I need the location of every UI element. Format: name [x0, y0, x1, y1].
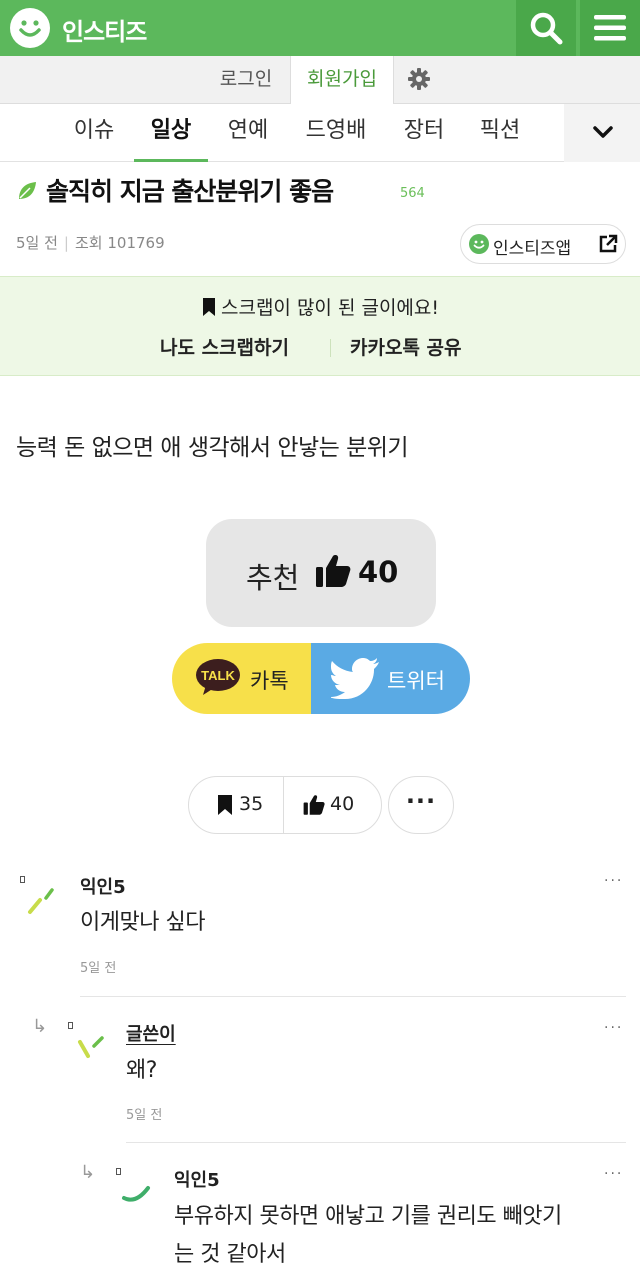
kakao-share-action[interactable]: 카카오톡 공유: [350, 333, 462, 360]
chevron-down-icon: [593, 126, 613, 138]
twitter-bird-icon: [331, 658, 379, 699]
comment-author-op[interactable]: 글쓴이: [126, 1020, 176, 1046]
login-button[interactable]: 로그인: [204, 56, 288, 104]
like-count: 40: [330, 793, 355, 815]
tab-market[interactable]: 장터: [392, 104, 456, 162]
kakao-share-button[interactable]: TALK 카톡: [172, 643, 311, 714]
thumbs-up-icon: [316, 555, 351, 587]
reply-arrow-icon: ↳: [80, 1162, 96, 1183]
comment-avatar-icon: [78, 1036, 104, 1058]
comment-more-button[interactable]: ···: [604, 1020, 623, 1036]
recommend-button[interactable]: 추천 40: [206, 519, 436, 627]
category-more-button[interactable]: [564, 104, 640, 162]
comment-flag-icon: [116, 1168, 121, 1175]
tab-issue[interactable]: 이슈: [62, 104, 126, 162]
signup-button[interactable]: 회원가입: [290, 56, 394, 104]
menu-icon: [594, 15, 626, 41]
comment-text: 부유하지 못하면 애낳고 기를 권리도 빼앗기: [174, 1204, 562, 1229]
comment-divider: [80, 996, 626, 997]
bookmark-icon: [202, 298, 215, 316]
comment-author[interactable]: 익인5: [80, 873, 126, 899]
comment-text: 이게맞나 싶다: [80, 910, 205, 935]
comment-text-line2: 는 것 같아서: [174, 1242, 286, 1267]
external-link-icon: [599, 234, 618, 253]
thumbs-up-icon: [303, 795, 325, 815]
more-dots: ···: [405, 787, 437, 815]
reply-arrow-icon: ↳: [32, 1016, 48, 1037]
scrap-count-button[interactable]: 35: [189, 777, 283, 833]
twitter-share-button[interactable]: 트위터: [311, 643, 470, 714]
brand-name[interactable]: 인스티즈: [62, 12, 147, 47]
menu-button[interactable]: [580, 0, 640, 56]
comment-flag-icon: [20, 876, 25, 883]
search-icon: [530, 12, 563, 45]
comment-avatar-icon: [28, 888, 54, 914]
kakao-label: 카톡: [250, 669, 289, 693]
comment-time: 5일 전: [126, 1108, 163, 1123]
post-title: 솔직히 지금 출산분위기 좋음: [46, 177, 334, 206]
like-count-button[interactable]: 40: [283, 777, 381, 833]
scrap-banner: 스크랩이 많이 된 글이에요! 나도 스크랩하기 카카오톡 공유: [0, 276, 640, 376]
auth-bar: 로그인 회원가입: [0, 56, 640, 104]
bookmark-icon: [218, 795, 232, 815]
more-options-button[interactable]: ···: [388, 776, 454, 834]
comment-time: 5일 전: [80, 961, 117, 976]
twitter-label: 트위터: [387, 669, 445, 693]
leaf-icon: [19, 182, 36, 199]
smile-logo-icon[interactable]: [10, 8, 50, 48]
post-body: 능력 돈 없으면 애 생각해서 안낳는 분위기: [16, 435, 409, 461]
tab-fiction[interactable]: 픽션: [468, 104, 532, 162]
category-nav: 이슈 일상 연예 드영배 장터 픽션: [0, 104, 640, 162]
scrap-message: 스크랩이 많이 된 글이에요!: [0, 293, 640, 320]
post-stats: 35 40: [188, 776, 382, 834]
kakaotalk-icon: TALK: [196, 659, 240, 695]
comment-flag-icon: [68, 1022, 73, 1029]
recommend-label: 추천: [246, 561, 300, 595]
comment-more-button[interactable]: ···: [604, 873, 623, 889]
title-comment-count: 564: [400, 186, 425, 201]
kakao-badge-text: TALK: [201, 668, 235, 683]
comment-avatar-icon: [122, 1186, 150, 1202]
post-meta: 5일 전 | 조회 101769: [16, 234, 165, 252]
tab-daily[interactable]: 일상: [134, 104, 208, 162]
search-button[interactable]: [516, 0, 576, 56]
post-time: 5일 전: [16, 234, 58, 252]
settings-button[interactable]: [396, 56, 442, 104]
comment-text: 왜?: [126, 1058, 157, 1083]
tab-entertainment[interactable]: 연예: [216, 104, 280, 162]
comment-author[interactable]: 익인5: [174, 1166, 220, 1192]
smile-face-icon: [469, 234, 489, 254]
post-views: 조회 101769: [74, 234, 165, 252]
app-button-label: 인스티즈앱: [493, 239, 572, 259]
recommend-count: 40: [358, 555, 399, 589]
instiz-app-button[interactable]: 인스티즈앱: [460, 224, 626, 264]
scrap-action-button[interactable]: 나도 스크랩하기: [160, 333, 289, 360]
comment-divider: [126, 1142, 626, 1143]
comment-more-button[interactable]: ···: [604, 1166, 623, 1182]
divider: [330, 339, 331, 357]
scrap-count: 35: [239, 793, 264, 815]
top-bar: 인스티즈: [0, 0, 640, 56]
tab-drama[interactable]: 드영배: [292, 104, 380, 162]
share-bar: TALK 카톡 트위터: [172, 643, 470, 714]
gear-icon: [408, 68, 430, 90]
